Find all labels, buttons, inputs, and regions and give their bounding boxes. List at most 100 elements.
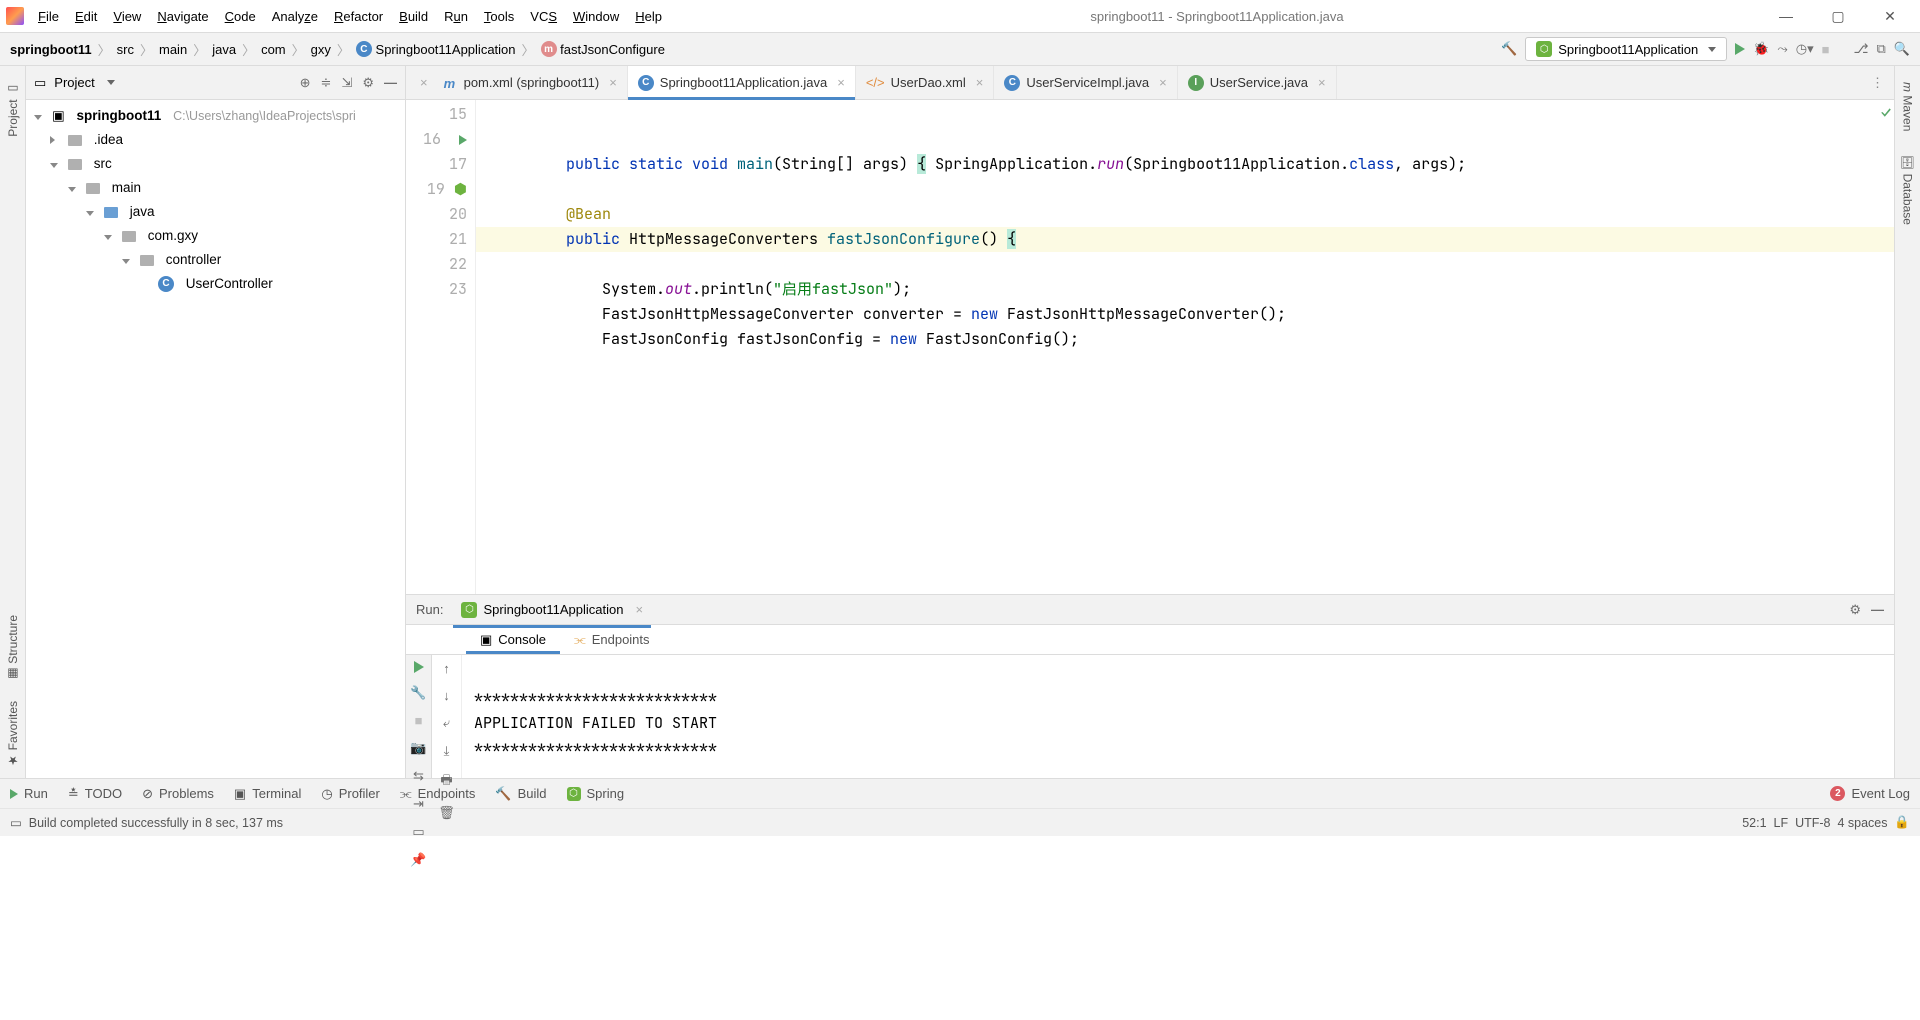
stop-button[interactable]: ■ (1822, 42, 1830, 57)
minimize-icon[interactable]: — (1871, 602, 1884, 617)
tree-main[interactable]: main (112, 176, 141, 200)
up-icon[interactable]: ↑ (443, 661, 450, 676)
minimize-icon[interactable]: — (384, 75, 397, 91)
menu-build[interactable]: Build (399, 9, 428, 24)
bottom-profiler[interactable]: ◷ Profiler (321, 786, 380, 802)
clear-icon[interactable]: 🗑 (438, 805, 455, 821)
sidebar-maven-tab[interactable]: m Maven (1899, 72, 1917, 141)
tree-pkg[interactable]: com.gxy (148, 224, 198, 248)
run-button[interactable] (1735, 43, 1745, 55)
search-button[interactable]: 🔍 (1894, 41, 1910, 57)
bottom-todo[interactable]: ≛ TODO (68, 786, 122, 802)
sub-tab-endpoints[interactable]: ⫘Endpoints (560, 625, 664, 654)
stop-icon[interactable]: ■ (415, 713, 423, 728)
bottom-eventlog[interactable]: 2 Event Log (1830, 786, 1910, 801)
menu-edit[interactable]: Edit (75, 9, 97, 24)
crumb-src[interactable]: src (117, 42, 134, 57)
soft-wrap-icon[interactable]: ⤶ (443, 715, 450, 731)
min-button[interactable]: — (1772, 8, 1800, 25)
lock-icon[interactable]: 🔒 (1894, 815, 1910, 830)
close-icon[interactable]: × (1318, 75, 1326, 90)
menu-window[interactable]: Window (573, 9, 619, 24)
sidebar-project-tab[interactable]: Project ▭ (4, 72, 22, 147)
crumb-main[interactable]: main (159, 42, 187, 57)
console-output[interactable]: *************************** APPLICATION … (462, 655, 1894, 778)
rerun-icon[interactable] (414, 661, 424, 673)
menu-tools[interactable]: Tools (484, 9, 514, 24)
close-icon[interactable]: × (1159, 75, 1167, 90)
menu-code[interactable]: Code (225, 9, 256, 24)
max-button[interactable]: ▢ (1824, 8, 1852, 25)
dash-icon[interactable]: ▭ (412, 824, 424, 840)
camera-icon[interactable]: 📷 (410, 740, 426, 756)
code-editor[interactable]: 15 16 17 19 ⬢ 20 21 22 23 public static … (406, 100, 1894, 594)
crumb-root[interactable]: springboot11 (10, 42, 92, 57)
collapse-all-icon[interactable]: ⇲ (341, 75, 352, 91)
coverage-button[interactable]: ⤳ (1777, 41, 1787, 57)
debug-button[interactable]: 🐞 (1753, 41, 1769, 57)
status-line-sep[interactable]: LF (1774, 816, 1789, 830)
sidebar-favorites-tab[interactable]: ★ Favorites (4, 691, 22, 778)
tree-usercontroller[interactable]: UserController (186, 272, 273, 296)
code-content[interactable]: public static void main(String[] args) {… (476, 100, 1894, 594)
tree-idea[interactable]: .idea (94, 128, 123, 152)
status-encoding[interactable]: UTF-8 (1795, 816, 1830, 830)
run-config-select[interactable]: ⬡ Springboot11Application (1525, 37, 1727, 61)
bottom-build[interactable]: 🔨 Build (495, 786, 546, 802)
status-tool-icon[interactable]: ▭ (10, 815, 22, 830)
close-icon[interactable]: × (609, 75, 617, 90)
menu-view[interactable]: View (113, 9, 141, 24)
crumb-com[interactable]: com (261, 42, 286, 57)
layout-icon[interactable]: ⇆ (413, 768, 424, 784)
project-title[interactable]: Project (54, 75, 94, 90)
select-opened-file-icon[interactable]: ⊕ (300, 75, 311, 91)
close-button[interactable]: ✕ (1876, 8, 1904, 25)
status-caret-pos[interactable]: 52:1 (1742, 816, 1766, 830)
status-indent[interactable]: 4 spaces (1837, 816, 1887, 830)
tree-root[interactable]: springboot11 (77, 104, 162, 128)
tree-src[interactable]: src (94, 152, 112, 176)
profile-button[interactable]: ◷▾ (1796, 41, 1814, 57)
close-icon[interactable]: × (837, 75, 845, 90)
bottom-terminal[interactable]: ▣ Terminal (234, 786, 301, 802)
gear-icon[interactable]: ⚙ (1849, 602, 1861, 618)
bottom-endpoints[interactable]: ⫘ Endpoints (400, 786, 476, 802)
sidebar-structure-tab[interactable]: ▦ Structure (4, 605, 22, 691)
project-tree[interactable]: ▣ springboot11 C:\Users\zhang\IdeaProjec… (26, 100, 405, 778)
tab-pom[interactable]: mpom.xml (springboot11)× (434, 66, 628, 99)
tabs-more-icon[interactable]: ⋮ (1861, 75, 1894, 91)
tab-application[interactable]: CSpringboot11Application.java× (628, 66, 856, 99)
scroll-end-icon[interactable]: ⤓ (444, 743, 450, 759)
bottom-run[interactable]: Run (10, 786, 48, 801)
tab-userservice[interactable]: IUserService.java× (1178, 66, 1337, 99)
bottom-problems[interactable]: ⊘ Problems (142, 786, 214, 802)
expand-all-icon[interactable]: ≑ (321, 75, 332, 91)
down-icon[interactable]: ↓ (443, 688, 450, 703)
tree-java[interactable]: java (130, 200, 155, 224)
ide-errors-button[interactable]: ⧉ (1877, 41, 1886, 57)
menu-analyze[interactable]: Analyze (272, 9, 318, 24)
pin-icon[interactable]: 📌 (410, 852, 426, 868)
tab-close-left[interactable]: × (414, 75, 434, 90)
bean-gutter-icon[interactable]: ⬢ (454, 179, 467, 199)
menu-refactor[interactable]: Refactor (334, 9, 383, 24)
gear-icon[interactable]: ⚙ (362, 75, 374, 91)
close-icon[interactable]: × (976, 75, 984, 90)
menu-vcs[interactable]: VCS (530, 9, 557, 24)
crumb-method[interactable]: fastJsonConfigure (560, 42, 665, 57)
menu-run[interactable]: Run (444, 9, 468, 24)
sidebar-database-tab[interactable]: 🗄 Database (1899, 145, 1917, 235)
close-icon[interactable]: × (635, 602, 643, 617)
tab-userserviceimpl[interactable]: CUserServiceImpl.java× (994, 66, 1177, 99)
run-gutter-icon[interactable] (459, 135, 467, 145)
breadcrumb[interactable]: springboot11〉 src〉 main〉 java〉 com〉 gxy〉… (10, 40, 665, 59)
editor-gutter[interactable]: 15 16 17 19 ⬢ 20 21 22 23 (406, 100, 476, 594)
menu-navigate[interactable]: Navigate (157, 9, 208, 24)
wrench-icon[interactable]: 🔧 (410, 685, 426, 701)
crumb-class[interactable]: Springboot11Application (376, 42, 516, 57)
build-button[interactable]: 🔨 (1501, 41, 1517, 57)
run-tab-app[interactable]: ⬡Springboot11Application× (453, 598, 651, 622)
git-button[interactable]: ⎇ (1854, 41, 1869, 57)
crumb-gxy[interactable]: gxy (311, 42, 331, 57)
bottom-spring[interactable]: ⬡ Spring (567, 786, 625, 801)
